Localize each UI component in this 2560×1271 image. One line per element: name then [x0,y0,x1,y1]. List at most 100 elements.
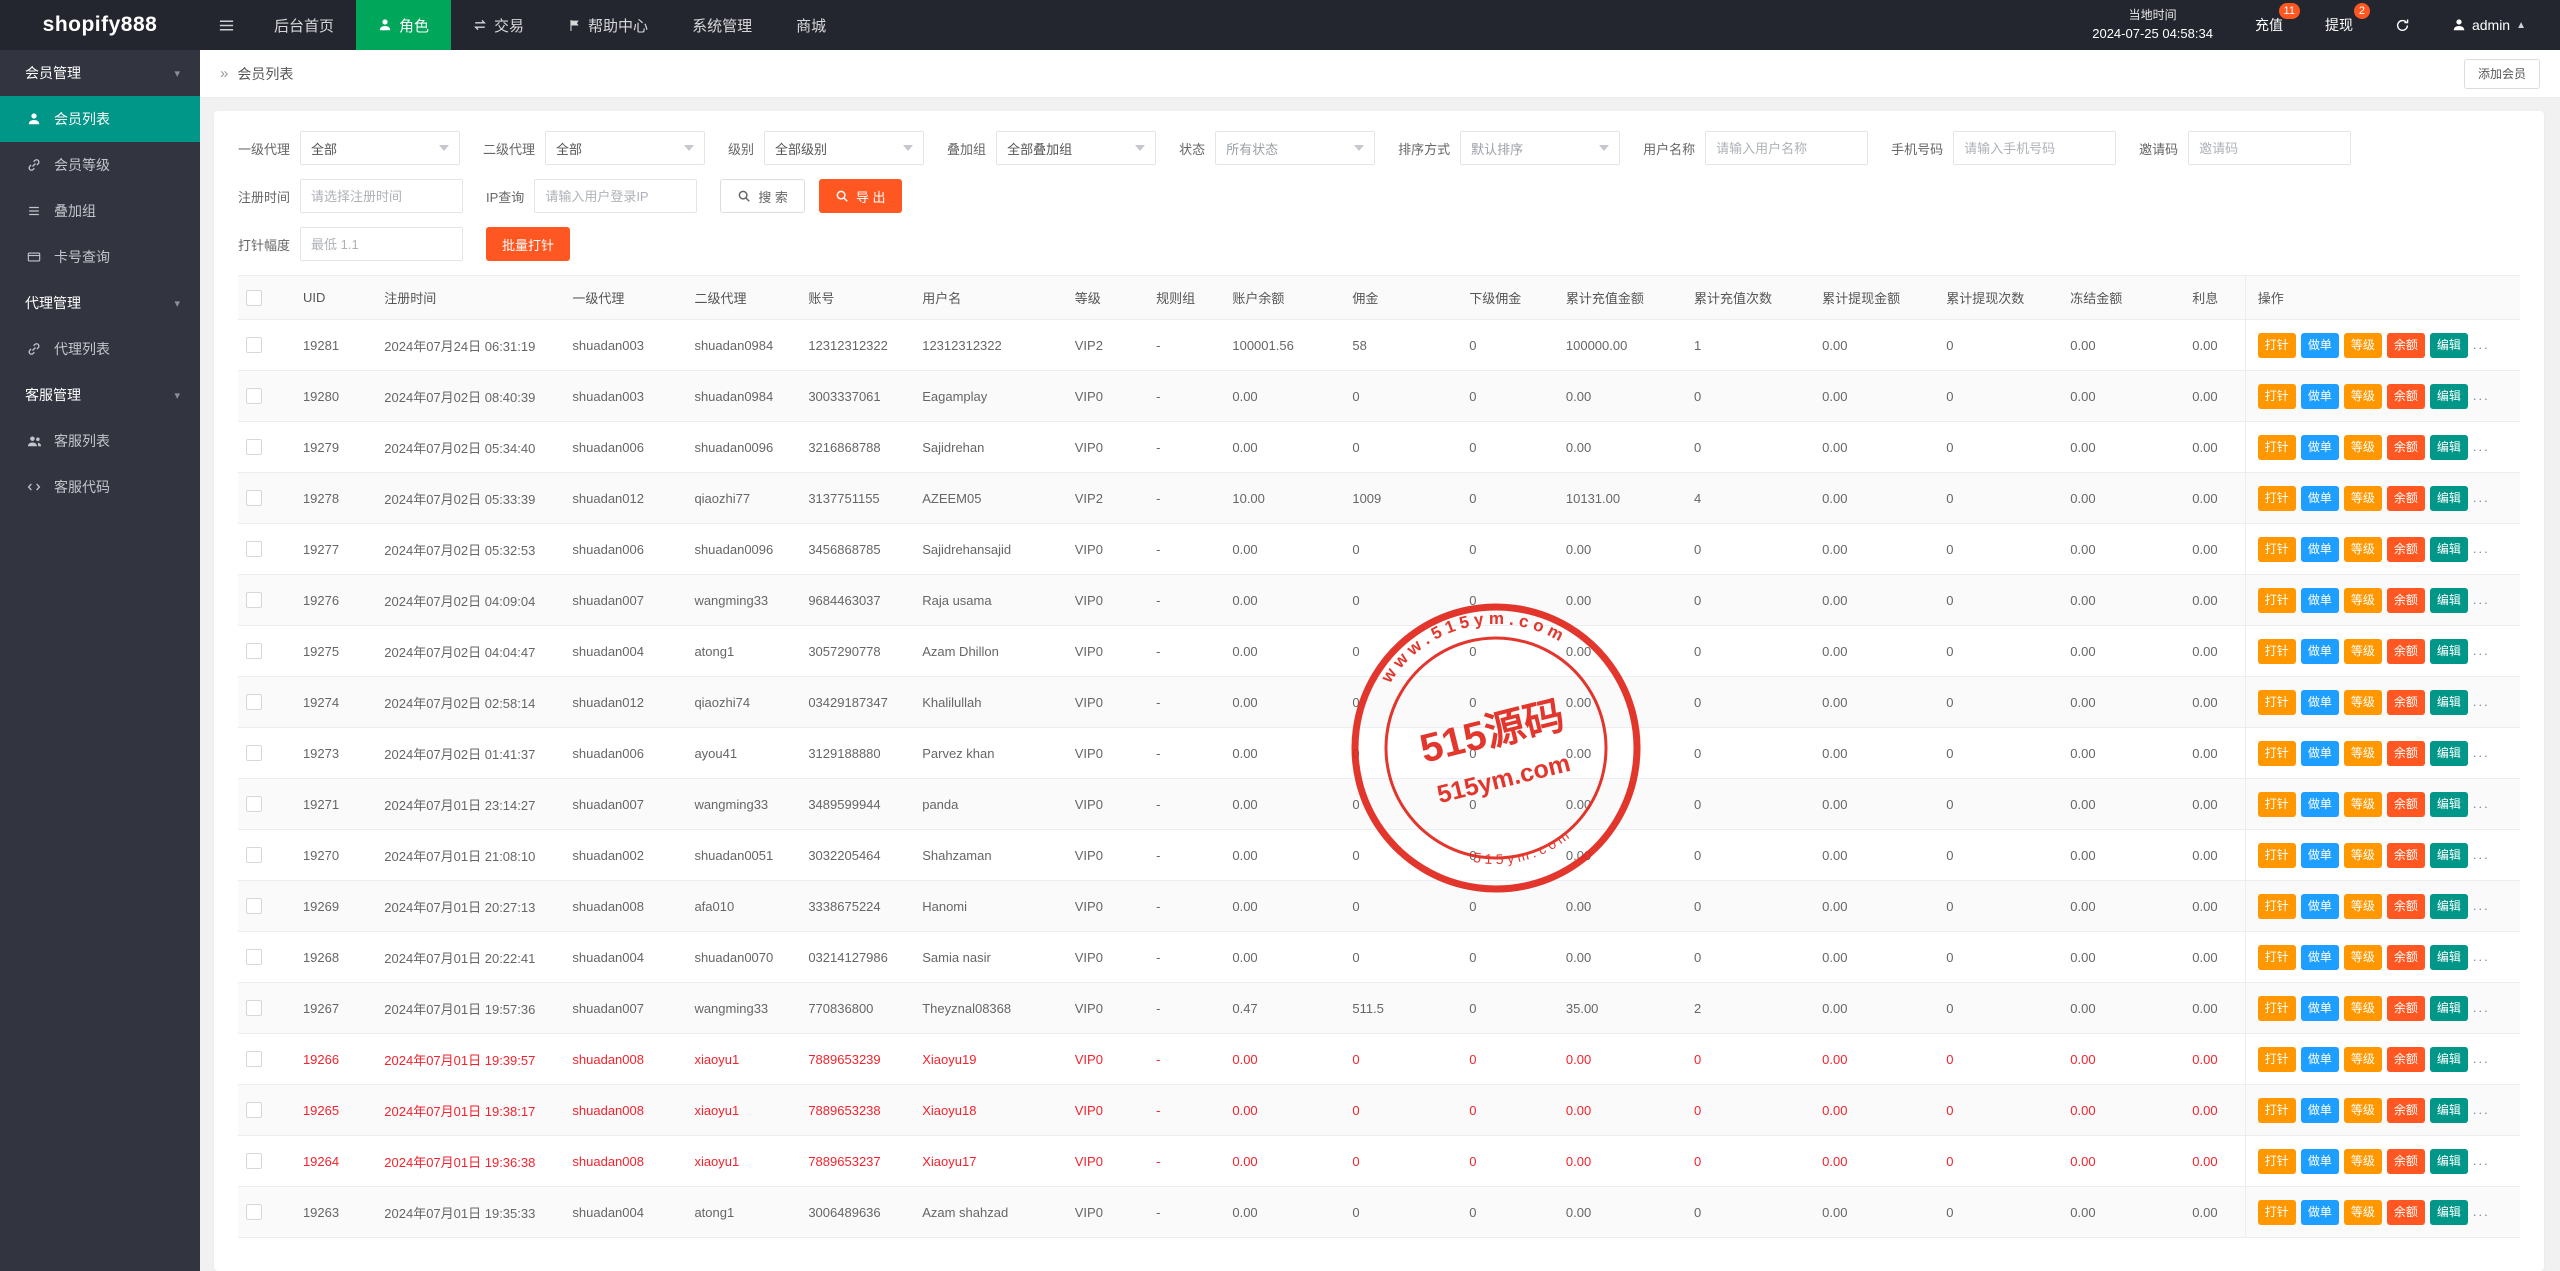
action-needle-button[interactable]: 打针 [2258,639,2296,664]
action-balance-button[interactable]: 余额 [2387,690,2425,715]
row-checkbox[interactable] [246,694,262,710]
withdraw-nav-item[interactable]: 提现 2 [2325,15,2353,35]
row-checkbox[interactable] [246,388,262,404]
action-needle-button[interactable]: 打针 [2258,741,2296,766]
recharge-nav-item[interactable]: 充值 11 [2255,15,2283,35]
action-order-button[interactable]: 做单 [2301,639,2339,664]
select-agent1[interactable]: 全部 [300,131,460,165]
more-actions-button[interactable]: ... [2473,694,2490,709]
nav-item-trade[interactable]: 交易 [451,0,546,50]
nav-item-home[interactable]: 后台首页 [252,0,356,50]
select-status[interactable]: 所有状态 [1215,131,1375,165]
select-agent2[interactable]: 全部 [545,131,705,165]
action-edit-button[interactable]: 编辑 [2430,486,2468,511]
action-order-button[interactable]: 做单 [2301,1098,2339,1123]
sidebar-group-service-mgmt[interactable]: 客服管理▾ [0,372,200,418]
action-needle-button[interactable]: 打针 [2258,792,2296,817]
action-needle-button[interactable]: 打针 [2258,1098,2296,1123]
more-actions-button[interactable]: ... [2473,847,2490,862]
action-order-button[interactable]: 做单 [2301,384,2339,409]
input-username[interactable] [1705,131,1868,165]
action-balance-button[interactable]: 余额 [2387,996,2425,1021]
action-edit-button[interactable]: 编辑 [2430,435,2468,460]
action-order-button[interactable]: 做单 [2301,435,2339,460]
action-balance-button[interactable]: 余额 [2387,639,2425,664]
row-checkbox[interactable] [246,1000,262,1016]
action-needle-button[interactable]: 打针 [2258,384,2296,409]
more-actions-button[interactable]: ... [2473,1153,2490,1168]
select-stack-group[interactable]: 全部叠加组 [996,131,1156,165]
action-order-button[interactable]: 做单 [2301,894,2339,919]
action-needle-button[interactable]: 打针 [2258,894,2296,919]
action-level-button[interactable]: 等级 [2344,996,2382,1021]
nav-item-help[interactable]: 帮助中心 [546,0,670,50]
action-level-button[interactable]: 等级 [2344,741,2382,766]
action-edit-button[interactable]: 编辑 [2430,333,2468,358]
action-order-button[interactable]: 做单 [2301,333,2339,358]
action-level-button[interactable]: 等级 [2344,333,2382,358]
action-edit-button[interactable]: 编辑 [2430,1098,2468,1123]
more-actions-button[interactable]: ... [2473,541,2490,556]
action-edit-button[interactable]: 编辑 [2430,894,2468,919]
batch-needle-button[interactable]: 批量打针 [486,227,570,261]
action-edit-button[interactable]: 编辑 [2430,792,2468,817]
action-level-button[interactable]: 等级 [2344,843,2382,868]
action-level-button[interactable]: 等级 [2344,1149,2382,1174]
action-edit-button[interactable]: 编辑 [2430,741,2468,766]
action-level-button[interactable]: 等级 [2344,639,2382,664]
row-checkbox[interactable] [246,1102,262,1118]
sidebar-item-service-list[interactable]: 客服列表 [0,418,200,464]
more-actions-button[interactable]: ... [2473,1204,2490,1219]
action-needle-button[interactable]: 打针 [2258,1047,2296,1072]
action-edit-button[interactable]: 编辑 [2430,1200,2468,1225]
input-invite-code[interactable] [2188,131,2351,165]
action-balance-button[interactable]: 余额 [2387,435,2425,460]
action-edit-button[interactable]: 编辑 [2430,1047,2468,1072]
action-order-button[interactable]: 做单 [2301,996,2339,1021]
action-needle-button[interactable]: 打针 [2258,588,2296,613]
search-button[interactable]: 搜 索 [720,179,805,213]
more-actions-button[interactable]: ... [2473,490,2490,505]
action-needle-button[interactable]: 打针 [2258,996,2296,1021]
action-edit-button[interactable]: 编辑 [2430,537,2468,562]
action-level-button[interactable]: 等级 [2344,588,2382,613]
action-balance-button[interactable]: 余额 [2387,486,2425,511]
input-phone[interactable] [1953,131,2116,165]
action-order-button[interactable]: 做单 [2301,588,2339,613]
more-actions-button[interactable]: ... [2473,745,2490,760]
action-level-button[interactable]: 等级 [2344,1047,2382,1072]
more-actions-button[interactable]: ... [2473,796,2490,811]
action-balance-button[interactable]: 余额 [2387,1047,2425,1072]
refresh-button[interactable] [2395,18,2410,33]
action-level-button[interactable]: 等级 [2344,435,2382,460]
needle-range-input[interactable] [300,227,463,261]
action-order-button[interactable]: 做单 [2301,690,2339,715]
action-order-button[interactable]: 做单 [2301,1047,2339,1072]
sidebar-item-member-list[interactable]: 会员列表 [0,96,200,142]
action-order-button[interactable]: 做单 [2301,792,2339,817]
row-checkbox[interactable] [246,1153,262,1169]
action-needle-button[interactable]: 打针 [2258,537,2296,562]
action-order-button[interactable]: 做单 [2301,1200,2339,1225]
row-checkbox[interactable] [246,1204,262,1220]
action-balance-button[interactable]: 余额 [2387,384,2425,409]
action-needle-button[interactable]: 打针 [2258,333,2296,358]
row-checkbox[interactable] [246,949,262,965]
action-edit-button[interactable]: 编辑 [2430,588,2468,613]
action-level-button[interactable]: 等级 [2344,384,2382,409]
action-level-button[interactable]: 等级 [2344,1200,2382,1225]
row-checkbox[interactable] [246,898,262,914]
action-needle-button[interactable]: 打针 [2258,945,2296,970]
more-actions-button[interactable]: ... [2473,898,2490,913]
select-all-checkbox[interactable] [246,290,262,306]
more-actions-button[interactable]: ... [2473,388,2490,403]
action-order-button[interactable]: 做单 [2301,1149,2339,1174]
action-order-button[interactable]: 做单 [2301,537,2339,562]
sidebar-item-service-code[interactable]: 客服代码 [0,464,200,510]
action-edit-button[interactable]: 编辑 [2430,690,2468,715]
action-needle-button[interactable]: 打针 [2258,435,2296,460]
ip-query-input[interactable] [534,179,697,213]
sidebar-group-member-mgmt[interactable]: 会员管理▾ [0,50,200,96]
action-edit-button[interactable]: 编辑 [2430,639,2468,664]
select-sort[interactable]: 默认排序 [1460,131,1620,165]
